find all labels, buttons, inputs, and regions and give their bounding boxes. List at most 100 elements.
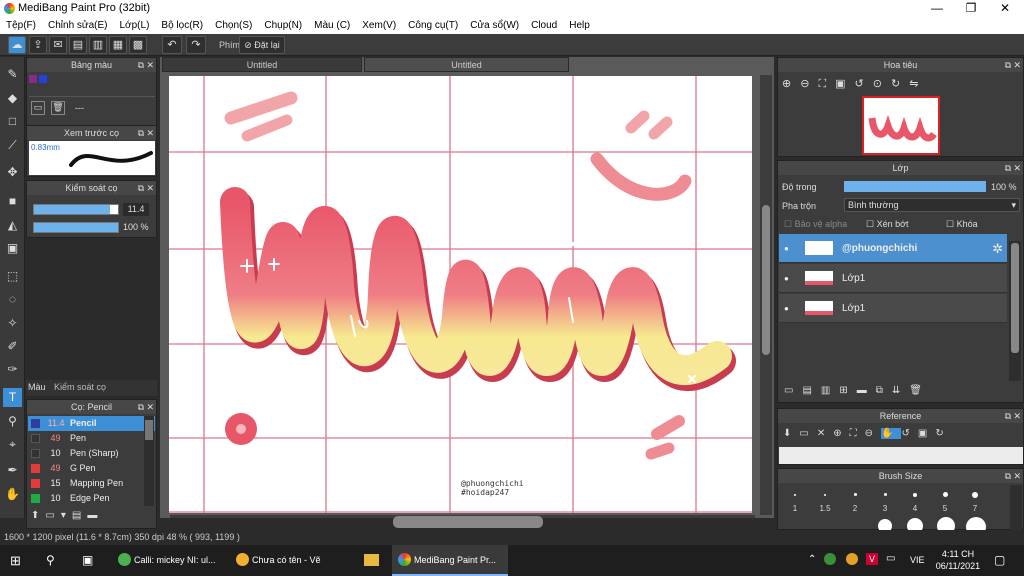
undock-icon[interactable]: ⧉ (1005, 58, 1011, 72)
menu-tools[interactable]: Công cụ(T) (408, 20, 464, 31)
brush-item-g-pen[interactable]: 49 G Pen (28, 461, 155, 476)
tray-app-icon[interactable] (846, 553, 858, 565)
zoom-in-icon[interactable]: ⊕ (782, 78, 800, 90)
menu-cloud[interactable]: Cloud (531, 20, 563, 31)
layer-opacity-slider[interactable] (844, 181, 986, 192)
scroll-thumb[interactable] (762, 205, 770, 355)
undock-icon[interactable]: ⧉ (138, 181, 144, 195)
navigator-thumbnail[interactable] (862, 96, 940, 155)
brush-item-pencil[interactable]: 11.4 Pencil ✲ (28, 416, 155, 431)
tray-v-icon[interactable]: V (866, 553, 878, 565)
select-tool-icon[interactable]: ⬚ (3, 267, 22, 286)
tray-chevron-icon[interactable]: ⌃ (808, 554, 816, 565)
flip-icon[interactable]: ⇋ (909, 78, 927, 90)
delete-palette-icon[interactable]: 🗑 (51, 101, 65, 115)
duplicate-layer-icon[interactable]: ⧉ (876, 385, 892, 396)
new-layer-copy-icon[interactable]: ▤ (802, 385, 820, 396)
comment-icon[interactable]: ✉ (49, 36, 67, 54)
gear-icon[interactable]: ✲ (992, 234, 1003, 263)
brush-item-pen[interactable]: 49 Pen (28, 431, 155, 446)
lock-checkbox[interactable]: ☐ Khóa (946, 219, 978, 230)
windows-start-icon[interactable]: ⊞ (10, 553, 21, 569)
select-eraser-icon[interactable]: ✑ (3, 360, 22, 379)
add-layer-menu-icon[interactable]: ⊞ (839, 385, 856, 396)
brush-size-scrollbar[interactable] (1010, 485, 1022, 530)
menu-filter[interactable]: Bộ lọc(R) (161, 20, 209, 31)
menu-view[interactable]: Xem(V) (362, 20, 402, 31)
palette-swatch-blue[interactable] (39, 75, 47, 83)
taskbar-app-medibang[interactable]: MediBang Paint Pr... (392, 545, 508, 576)
magic-wand-icon[interactable]: ✧ (3, 314, 22, 333)
close-panel-icon[interactable]: ✕ (146, 58, 154, 72)
doc-icon[interactable]: ▤ (69, 36, 87, 54)
clock[interactable]: 4:11 CH 06/11/2021 (934, 548, 982, 572)
fit-icon[interactable]: ⛶ (850, 428, 865, 439)
folder-icon[interactable]: ▬ (857, 385, 876, 396)
share-icon[interactable]: ⇪ (29, 36, 47, 54)
close-panel-icon[interactable]: ✕ (1013, 58, 1021, 72)
maximize-button[interactable]: ❐ (954, 0, 988, 17)
tab-untitled-1[interactable]: Untitled (162, 57, 362, 72)
menu-edit[interactable]: Chỉnh sửa(E) (48, 20, 114, 31)
eye-icon[interactable]: ● (784, 294, 789, 323)
cloud-icon[interactable]: ☁ (8, 36, 26, 54)
layer-row[interactable]: ● Lớp1 (779, 294, 1007, 323)
new-palette-icon[interactable]: ▭ (31, 101, 45, 115)
pick-tool-icon[interactable]: ⚲ (3, 412, 22, 431)
undo-icon[interactable]: ↶ (162, 36, 182, 54)
rotate-right-icon[interactable]: ↻ (935, 428, 951, 439)
rect-tool-icon[interactable]: □ (3, 112, 22, 131)
brush-opacity-slider[interactable] (33, 222, 119, 233)
brush-item-mapping-pen[interactable]: 15 Mapping Pen (28, 476, 155, 491)
fit-icon[interactable]: ⛶ (818, 78, 835, 90)
close-panel-icon[interactable]: ✕ (1013, 409, 1021, 423)
move-tool-icon[interactable]: ✥ (3, 163, 22, 182)
brush-size-cell[interactable]: 3 (870, 485, 900, 515)
drawing-canvas[interactable]: @phuongchichi #hoidap247 (169, 76, 752, 513)
scroll-thumb[interactable] (1011, 243, 1019, 353)
brush-size-cell[interactable]: 1.5 (810, 485, 840, 515)
brush-size-cell[interactable]: 5 (930, 485, 960, 515)
menu-layer[interactable]: Lớp(L) (120, 20, 156, 31)
redo-icon[interactable]: ↷ (186, 36, 206, 54)
rotate-reset-icon[interactable]: ⊙ (873, 78, 891, 90)
tab-color[interactable]: Màu (28, 382, 46, 392)
layer-row[interactable]: ● Lớp1 (779, 264, 1007, 293)
line-tool-icon[interactable]: ⟋ (3, 136, 22, 155)
menu-help[interactable]: Help (569, 20, 596, 31)
blend-mode-select[interactable]: Bình thường ▾ (844, 198, 1020, 212)
menu-file[interactable]: Tệp(F) (6, 20, 42, 31)
tab-untitled-2[interactable]: Untitled (364, 57, 569, 72)
task-view-icon[interactable]: ▣ (82, 553, 93, 567)
delete-layer-icon[interactable]: 🗑 (909, 385, 931, 396)
reference-canvas[interactable] (779, 447, 1023, 464)
hand-icon[interactable]: ✋ (881, 428, 902, 439)
close-button[interactable]: ✕ (988, 0, 1022, 17)
brush-item-edge-pen[interactable]: 10 Edge Pen (28, 491, 155, 506)
undock-icon[interactable]: ⧉ (1005, 469, 1011, 483)
close-panel-icon[interactable]: ✕ (146, 400, 154, 414)
text-tool-icon[interactable]: T (3, 388, 22, 407)
actual-size-icon[interactable]: ▣ (835, 78, 854, 90)
layers-scrollbar[interactable] (1009, 241, 1021, 381)
brush-list-scrollbar[interactable] (144, 416, 154, 506)
tab-brush-control[interactable]: Kiểm soát cọ (54, 382, 106, 392)
gradient-tool-icon[interactable]: ▣ (3, 239, 22, 258)
grid-icon[interactable]: ▦ (109, 36, 127, 54)
menu-select[interactable]: Chọn(S) (215, 20, 258, 31)
close-reference-icon[interactable]: ✕ (817, 428, 833, 439)
layer-row[interactable]: ● @phuongchichi ✲ (779, 234, 1007, 263)
minimize-button[interactable]: — (920, 0, 954, 17)
undock-icon[interactable]: ⧉ (138, 126, 144, 140)
new-layer-icon[interactable]: ▭ (784, 385, 802, 396)
search-icon[interactable]: ⚲ (46, 553, 55, 567)
new-raster-icon[interactable]: ▥ (821, 385, 839, 396)
reset-button[interactable]: ⊘ Đặt lại (239, 36, 285, 54)
undock-icon[interactable]: ⧉ (138, 400, 144, 414)
rotate-right-icon[interactable]: ↻ (891, 78, 909, 90)
folder-icon[interactable]: ▬ (87, 510, 103, 521)
menu-color[interactable]: Màu (C) (314, 20, 356, 31)
menu-snap[interactable]: Chụp(N) (264, 20, 308, 31)
taskbar-app-calli[interactable]: Calli: mickey NI: ul... (112, 545, 224, 576)
scroll-thumb[interactable] (145, 420, 153, 440)
